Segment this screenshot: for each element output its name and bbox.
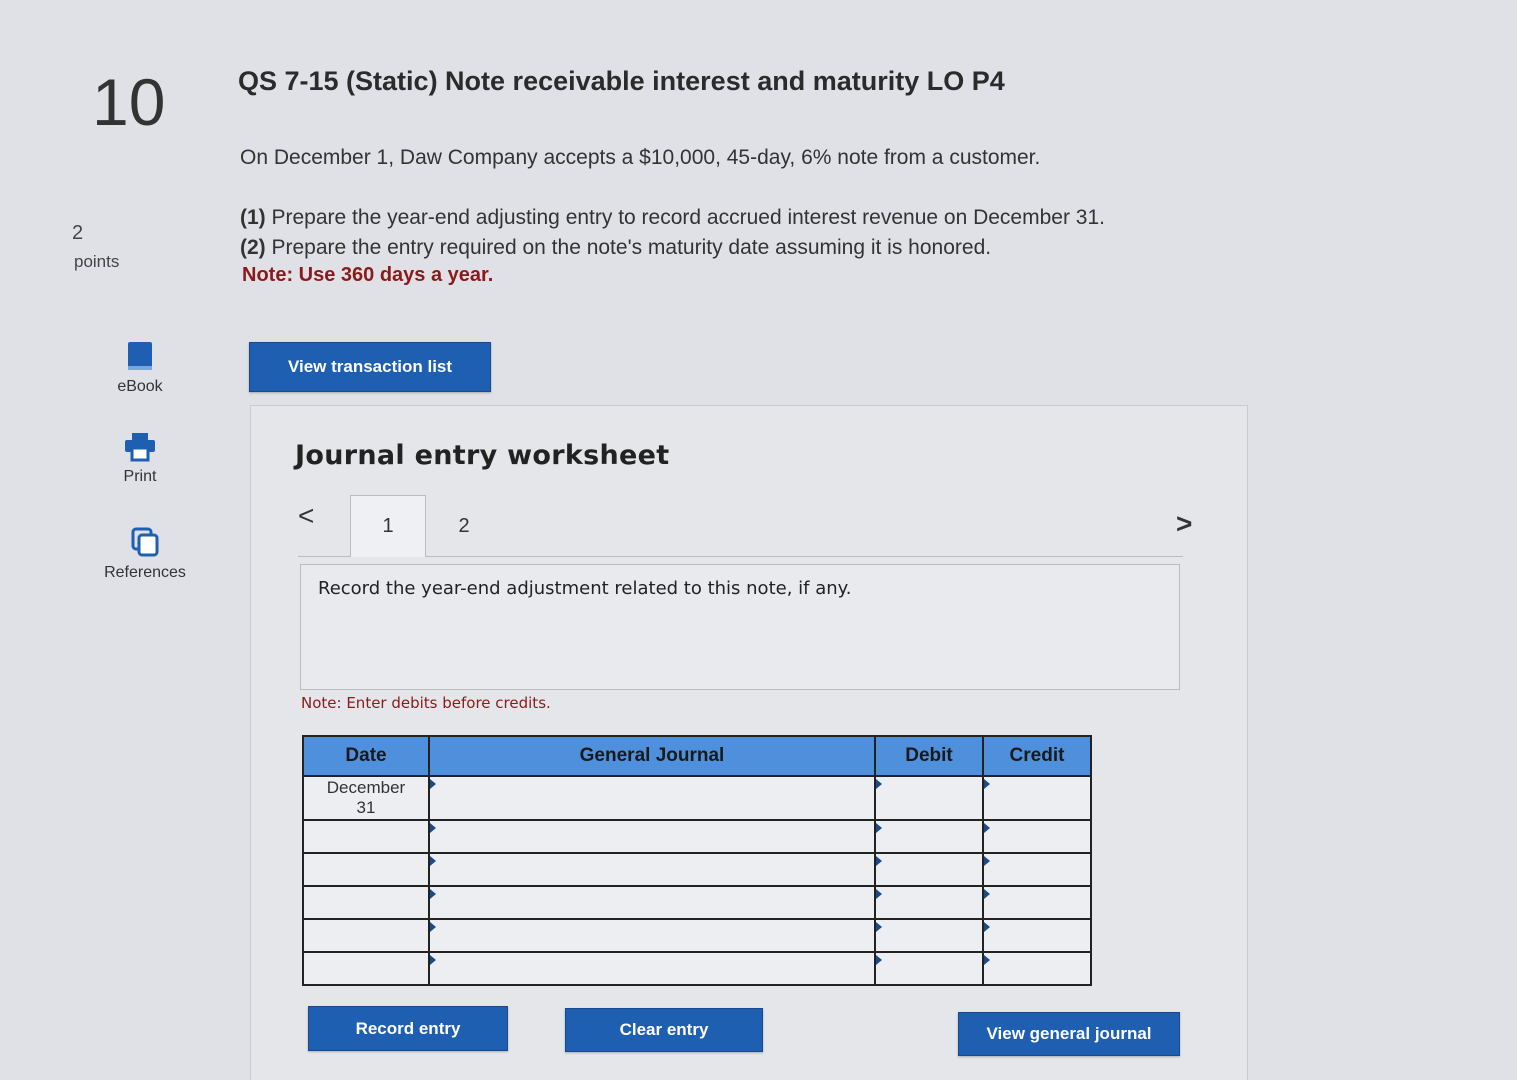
question-title: QS 7-15 (Static) Note receivable interes… xyxy=(238,66,1005,96)
record-entry-button[interactable]: Record entry xyxy=(308,1006,508,1051)
tab-entry-2[interactable]: 2 xyxy=(426,495,502,557)
credit-input[interactable] xyxy=(982,819,1092,854)
view-general-journal-button[interactable]: View general journal xyxy=(958,1012,1180,1056)
account-select[interactable] xyxy=(428,775,876,821)
question-prompt: On December 1, Daw Company accepts a $10… xyxy=(240,146,1041,169)
debit-input[interactable] xyxy=(874,951,984,986)
copy-icon xyxy=(131,527,159,557)
table-row xyxy=(302,951,1092,986)
date-cell[interactable] xyxy=(302,852,430,887)
ebook-button[interactable]: eBook xyxy=(108,340,172,396)
debit-input[interactable] xyxy=(874,852,984,887)
date-cell[interactable] xyxy=(302,819,430,854)
clear-entry-button[interactable]: Clear entry xyxy=(565,1008,763,1052)
requirement-2-text: Prepare the entry required on the note's… xyxy=(265,236,992,259)
credit-header: Credit xyxy=(982,735,1092,777)
debits-note: Note: Enter debits before credits. xyxy=(301,694,551,712)
requirement-1: (1) Prepare the year-end adjusting entry… xyxy=(240,206,1105,230)
debit-header: Debit xyxy=(874,735,984,777)
account-select[interactable] xyxy=(428,819,876,854)
table-row xyxy=(302,918,1092,953)
next-entry-button[interactable]: > xyxy=(1176,508,1192,540)
date-month: December xyxy=(326,778,406,797)
table-row: December 31 xyxy=(302,775,1092,821)
requirement-2-tag: (2) xyxy=(240,236,266,259)
points-label: points xyxy=(74,252,120,271)
tab-divider xyxy=(298,556,1183,557)
date-cell[interactable] xyxy=(302,885,430,920)
view-transaction-list-button[interactable]: View transaction list xyxy=(249,342,491,392)
book-icon xyxy=(128,342,152,370)
journal-header-row: Date General Journal Debit Credit xyxy=(302,735,1092,777)
credit-input[interactable] xyxy=(982,775,1092,821)
print-button[interactable]: Print xyxy=(108,432,172,486)
requirement-2: (2) Prepare the entry required on the no… xyxy=(240,236,991,260)
tab-entry-1[interactable]: 1 xyxy=(350,495,426,557)
account-select[interactable] xyxy=(428,918,876,953)
debit-input[interactable] xyxy=(874,819,984,854)
general-journal-header: General Journal xyxy=(428,735,876,777)
debit-input[interactable] xyxy=(874,885,984,920)
credit-input[interactable] xyxy=(982,951,1092,986)
points-value: 2 xyxy=(72,222,84,244)
account-select[interactable] xyxy=(428,951,876,986)
date-day: 31 xyxy=(356,798,376,817)
question-number: 10 xyxy=(92,65,166,139)
table-row xyxy=(302,852,1092,887)
worksheet-title: Journal entry worksheet xyxy=(295,440,670,471)
debit-input[interactable] xyxy=(874,918,984,953)
references-label: References xyxy=(104,564,186,581)
journal-table: Date General Journal Debit Credit Decemb… xyxy=(302,735,1092,986)
references-button[interactable]: References xyxy=(95,526,195,582)
date-cell[interactable] xyxy=(302,918,430,953)
instruction-text: Record the year-end adjustment related t… xyxy=(318,578,852,599)
date-header: Date xyxy=(302,735,430,777)
requirement-1-tag: (1) xyxy=(240,206,266,229)
date-cell[interactable] xyxy=(302,951,430,986)
prev-entry-button[interactable]: < xyxy=(298,500,314,532)
debit-input[interactable] xyxy=(874,775,984,821)
printer-icon xyxy=(125,433,155,462)
credit-input[interactable] xyxy=(982,885,1092,920)
print-label: Print xyxy=(123,468,157,485)
ebook-label: eBook xyxy=(117,378,163,395)
requirement-1-text: Prepare the year-end adjusting entry to … xyxy=(265,206,1105,229)
days-note: Note: Use 360 days a year. xyxy=(242,264,494,286)
table-row xyxy=(302,819,1092,854)
date-cell[interactable]: December 31 xyxy=(302,775,430,821)
credit-input[interactable] xyxy=(982,852,1092,887)
account-select[interactable] xyxy=(428,885,876,920)
credit-input[interactable] xyxy=(982,918,1092,953)
account-select[interactable] xyxy=(428,852,876,887)
table-row xyxy=(302,885,1092,920)
